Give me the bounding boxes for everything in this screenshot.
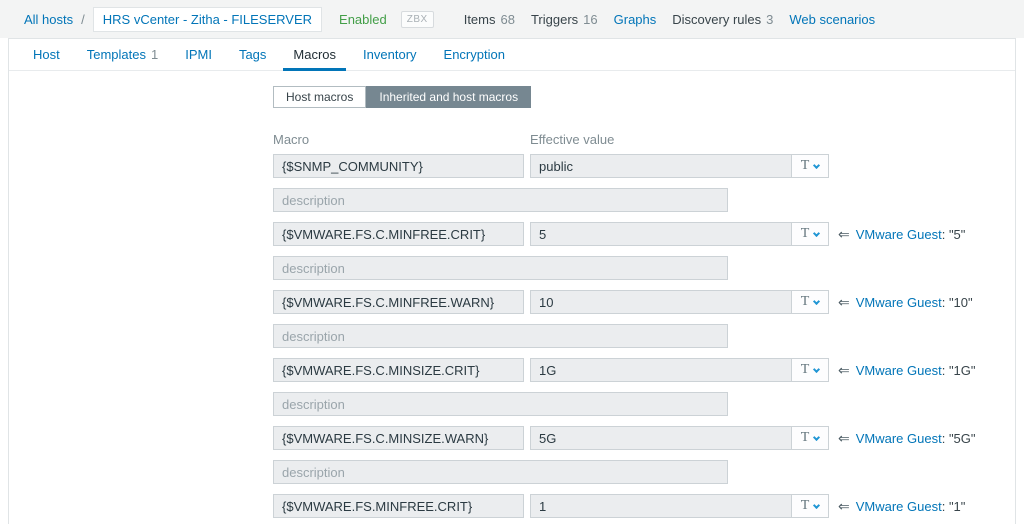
- template-link[interactable]: VMware Guest: [856, 295, 942, 310]
- inherited-from-template: ⇐ VMware Guest : "10": [838, 294, 973, 311]
- nav-count: 3: [766, 11, 774, 27]
- breadcrumb-separator: /: [81, 11, 85, 27]
- breadcrumb: All hosts / HRS vCenter - Zitha - FILESE…: [0, 0, 1024, 38]
- macro-value-input[interactable]: [530, 154, 792, 178]
- table-row: T: [273, 154, 1015, 178]
- macro-value-input[interactable]: [530, 290, 792, 314]
- template-link[interactable]: VMware Guest: [856, 227, 942, 242]
- macro-name-input[interactable]: [273, 358, 524, 382]
- macro-description-input[interactable]: [273, 256, 728, 280]
- value-type-dropdown-button[interactable]: T: [791, 426, 829, 450]
- table-row-description: [273, 460, 1015, 484]
- text-type-icon: T: [800, 226, 810, 241]
- macro-description-input[interactable]: [273, 324, 728, 348]
- tab-host[interactable]: Host: [23, 39, 70, 70]
- template-link[interactable]: VMware Guest: [856, 363, 942, 378]
- host-nav-triggers[interactable]: Triggers 16: [531, 12, 598, 27]
- column-header-effective-value: Effective value: [530, 132, 615, 147]
- macro-name-input[interactable]: [273, 222, 524, 246]
- value-type-dropdown-button[interactable]: T: [791, 494, 829, 518]
- host-nav: Items 68 Triggers 16 Graphs Discovery rules 3 W…: [448, 12, 875, 27]
- table-row: T ⇐ VMware Guest : "5": [273, 222, 1015, 246]
- host-nav-items[interactable]: Items 68: [464, 12, 515, 27]
- template-value: : "1G": [941, 362, 976, 378]
- chevron-down-icon: [813, 365, 821, 373]
- chevron-down-icon: [813, 501, 821, 509]
- tab-templates[interactable]: Templates 1: [77, 39, 168, 70]
- macro-description-input[interactable]: [273, 392, 728, 416]
- tab-bar: Host Templates 1 IPMI Tags Macros Inventory Enc…: [9, 39, 1015, 71]
- chevron-down-icon: [813, 161, 821, 169]
- text-type-icon: T: [800, 430, 810, 445]
- table-row: T ⇐ VMware Guest : "10": [273, 290, 1015, 314]
- text-type-icon: T: [800, 294, 810, 309]
- text-type-icon: T: [800, 498, 810, 513]
- inherited-arrow-icon: ⇐: [838, 293, 850, 310]
- macro-description-input[interactable]: [273, 460, 728, 484]
- inherited-from-template: ⇐ VMware Guest : "5": [838, 226, 965, 243]
- macro-value-input[interactable]: [530, 222, 792, 246]
- text-type-icon: T: [800, 362, 810, 377]
- template-link[interactable]: VMware Guest: [856, 431, 942, 446]
- column-header-macro: Macro: [273, 132, 310, 147]
- tab-encryption[interactable]: Encryption: [434, 39, 515, 70]
- table-row: T ⇐ VMware Guest : "1": [273, 494, 1015, 518]
- inherited-arrow-icon: ⇐: [838, 497, 850, 514]
- template-link[interactable]: VMware Guest: [856, 499, 942, 514]
- macro-table-body: T T ⇐ VMware Guest : "5" T ⇐ VMwar: [273, 154, 1015, 524]
- breadcrumb-host-name[interactable]: HRS vCenter - Zitha - FILESERVER: [92, 6, 323, 32]
- host-nav-graphs[interactable]: Graphs: [614, 12, 657, 27]
- inherited-from-template: ⇐ VMware Guest : "1": [838, 498, 965, 515]
- inherited-arrow-icon: ⇐: [838, 225, 850, 242]
- macro-value-input[interactable]: [530, 494, 792, 518]
- template-value: : "5": [941, 226, 966, 242]
- tab-count: 1: [150, 47, 159, 62]
- inherited-arrow-icon: ⇐: [838, 361, 850, 378]
- chevron-down-icon: [813, 433, 821, 441]
- table-row: T ⇐ VMware Guest : "1G": [273, 358, 1015, 382]
- nav-count: 16: [583, 11, 598, 27]
- host-status-badge: Enabled: [339, 11, 387, 27]
- macro-value-input[interactable]: [530, 358, 792, 382]
- table-row-description: [273, 256, 1015, 280]
- host-nav-web-scenarios[interactable]: Web scenarios: [789, 12, 875, 27]
- table-column-headers: Macro Effective value: [273, 132, 1015, 147]
- nav-count: 68: [500, 11, 515, 27]
- template-value: : "1": [941, 498, 966, 514]
- inherited-from-template: ⇐ VMware Guest : "5G": [838, 430, 976, 447]
- value-type-dropdown-button[interactable]: T: [791, 154, 829, 178]
- tab-ipmi[interactable]: IPMI: [175, 39, 222, 70]
- macro-name-input[interactable]: [273, 154, 524, 178]
- template-value: : "5G": [941, 430, 976, 446]
- filter-inherited-and-host-macros[interactable]: Inherited and host macros: [366, 86, 532, 108]
- macros-tab-content: Host macros Inherited and host macros Ma…: [9, 71, 1015, 524]
- agent-availability-badge: ZBX: [400, 10, 434, 28]
- host-config-panel: Host Templates 1 IPMI Tags Macros Inventory Enc…: [8, 38, 1016, 524]
- table-row: T ⇐ VMware Guest : "5G": [273, 426, 1015, 450]
- macro-name-input[interactable]: [273, 494, 524, 518]
- text-type-icon: T: [800, 158, 810, 173]
- macro-filter-segmented: Host macros Inherited and host macros: [273, 86, 532, 108]
- inherited-arrow-icon: ⇐: [838, 429, 850, 446]
- chevron-down-icon: [813, 297, 821, 305]
- host-nav-discovery-rules[interactable]: Discovery rules 3: [672, 12, 773, 27]
- table-row-description: [273, 188, 1015, 212]
- macro-name-input[interactable]: [273, 290, 524, 314]
- macro-value-input[interactable]: [530, 426, 792, 450]
- tab-macros[interactable]: Macros: [283, 39, 346, 71]
- table-row-description: [273, 392, 1015, 416]
- chevron-down-icon: [813, 229, 821, 237]
- value-type-dropdown-button[interactable]: T: [791, 358, 829, 382]
- template-value: : "10": [941, 294, 973, 310]
- tab-tags[interactable]: Tags: [229, 39, 276, 70]
- table-row-description: [273, 324, 1015, 348]
- inherited-from-template: ⇐ VMware Guest : "1G": [838, 362, 976, 379]
- breadcrumb-all-hosts[interactable]: All hosts: [24, 12, 73, 27]
- macro-name-input[interactable]: [273, 426, 524, 450]
- tab-inventory[interactable]: Inventory: [353, 39, 426, 70]
- value-type-dropdown-button[interactable]: T: [791, 222, 829, 246]
- value-type-dropdown-button[interactable]: T: [791, 290, 829, 314]
- macro-description-input[interactable]: [273, 188, 728, 212]
- filter-host-macros[interactable]: Host macros: [273, 86, 367, 108]
